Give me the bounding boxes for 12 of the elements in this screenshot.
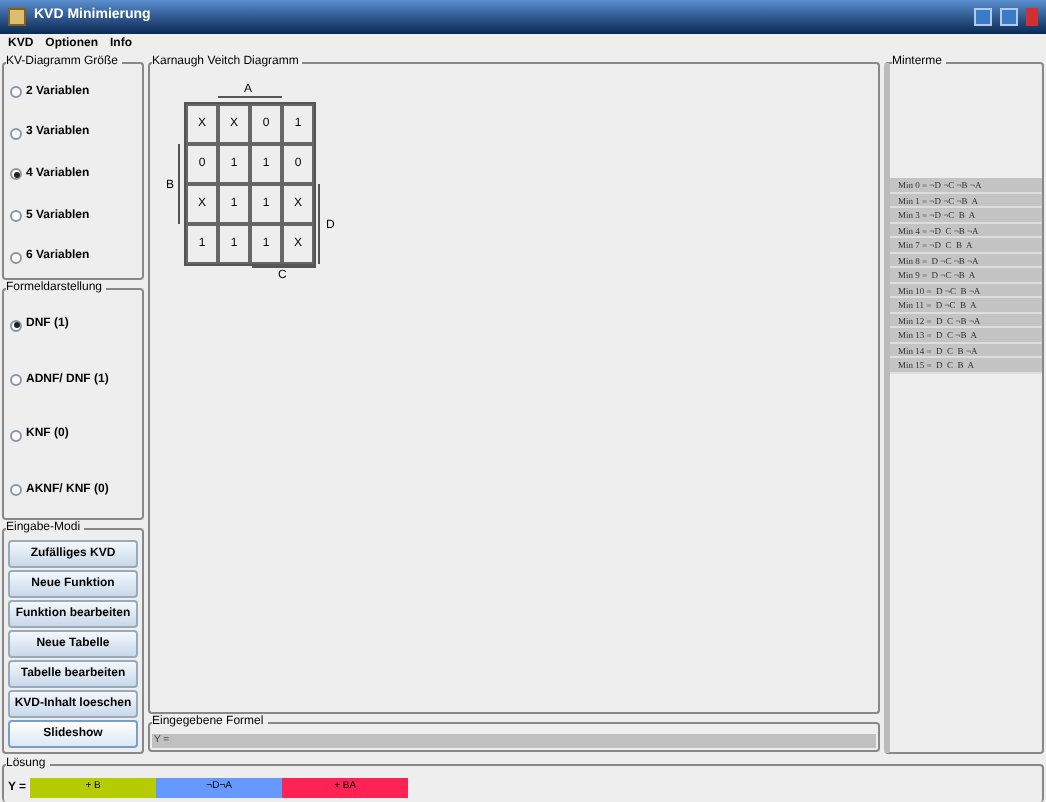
radio-button[interactable] [10,251,22,264]
radio-button[interactable] [10,168,22,181]
radio-button[interactable] [10,429,22,442]
maximize-button[interactable] [1000,8,1018,26]
radio-button[interactable] [10,210,22,223]
radio-button[interactable] [10,484,22,497]
app-icon [8,8,26,26]
minimize-button[interactable] [974,8,992,26]
radio-button[interactable] [10,374,22,387]
radio-button[interactable] [10,86,22,99]
radio-button[interactable] [10,319,22,332]
radio-button[interactable] [10,127,22,140]
